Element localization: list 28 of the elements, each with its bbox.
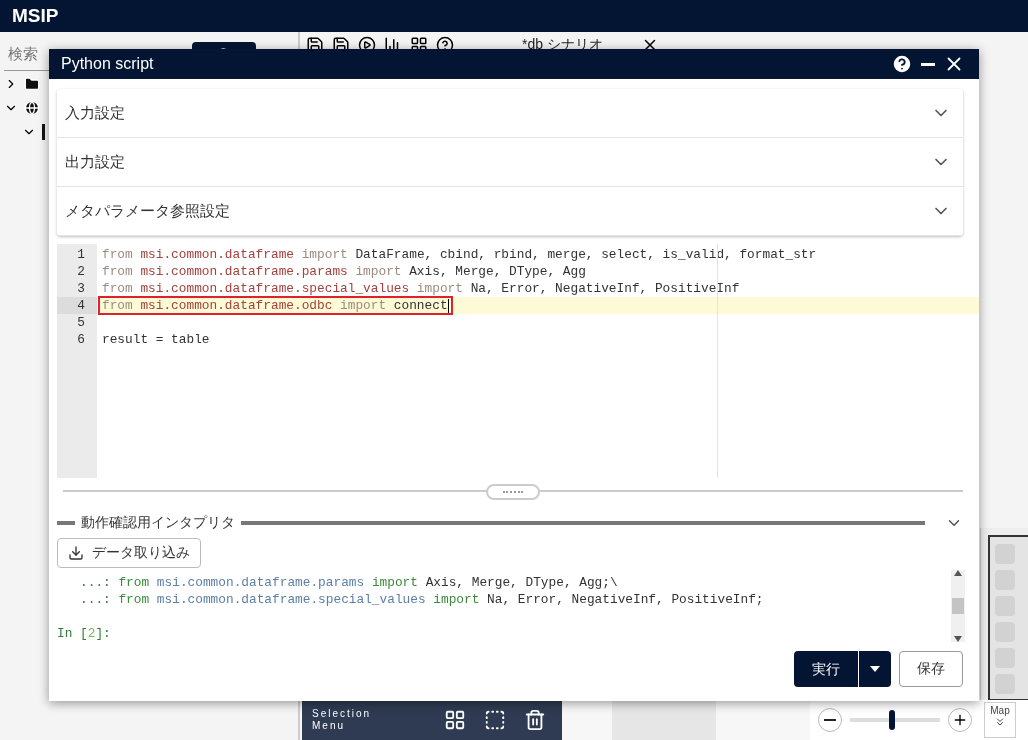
- section-title: 出力設定: [65, 152, 125, 172]
- code-line: from msi.common.dataframe.odbc import connect: [102, 298, 448, 313]
- console-line: ...: from msi.common.dataframe.params import Axis, Merge, DType, Agg;\: [79, 575, 618, 590]
- line-number: 6: [76, 331, 86, 348]
- code-line: from msi.common.dataframe import DataFrame, cbind, rbind, merge, select, is_valid, format_str: [102, 247, 817, 262]
- line-number: 4: [57, 297, 97, 314]
- line-number: 5: [76, 314, 86, 331]
- section-title: 入力設定: [65, 103, 125, 123]
- accordion-section[interactable]: 出力設定: [57, 138, 963, 187]
- run-button[interactable]: 実行: [794, 651, 891, 687]
- section-title: メタパラメータ参照設定: [65, 201, 230, 221]
- code-line: result = table: [102, 332, 210, 347]
- map-toggle-button[interactable]: Map: [984, 702, 1016, 738]
- interpreter-legend: 動作確認用インタプリタ: [81, 514, 235, 532]
- accordion-section[interactable]: メタパラメータ参照設定: [57, 187, 963, 236]
- import-data-button[interactable]: データ取り込み: [57, 538, 201, 568]
- app-title: MSIP: [12, 5, 59, 27]
- selection-menu-label: Selection Menu: [312, 708, 373, 732]
- console-line: In [2]:: [57, 626, 111, 641]
- code-line: from msi.common.dataframe.params import Axis, Merge, DType, Agg: [102, 264, 586, 279]
- line-number: 1: [76, 246, 86, 263]
- dialog-title: Python script: [61, 55, 155, 73]
- console-line: ...: from msi.common.dataframe.special_values import Na, Error, NegativeInf, PositiveInf;: [79, 592, 764, 607]
- save-button[interactable]: 保存: [899, 651, 963, 687]
- accordion-section[interactable]: 入力設定: [57, 89, 963, 138]
- code-line: from msi.common.dataframe.special_values import Na, Error, NegativeInf, PositiveInf: [102, 281, 740, 296]
- line-number: 3: [76, 280, 86, 297]
- line-number: 2: [76, 263, 86, 280]
